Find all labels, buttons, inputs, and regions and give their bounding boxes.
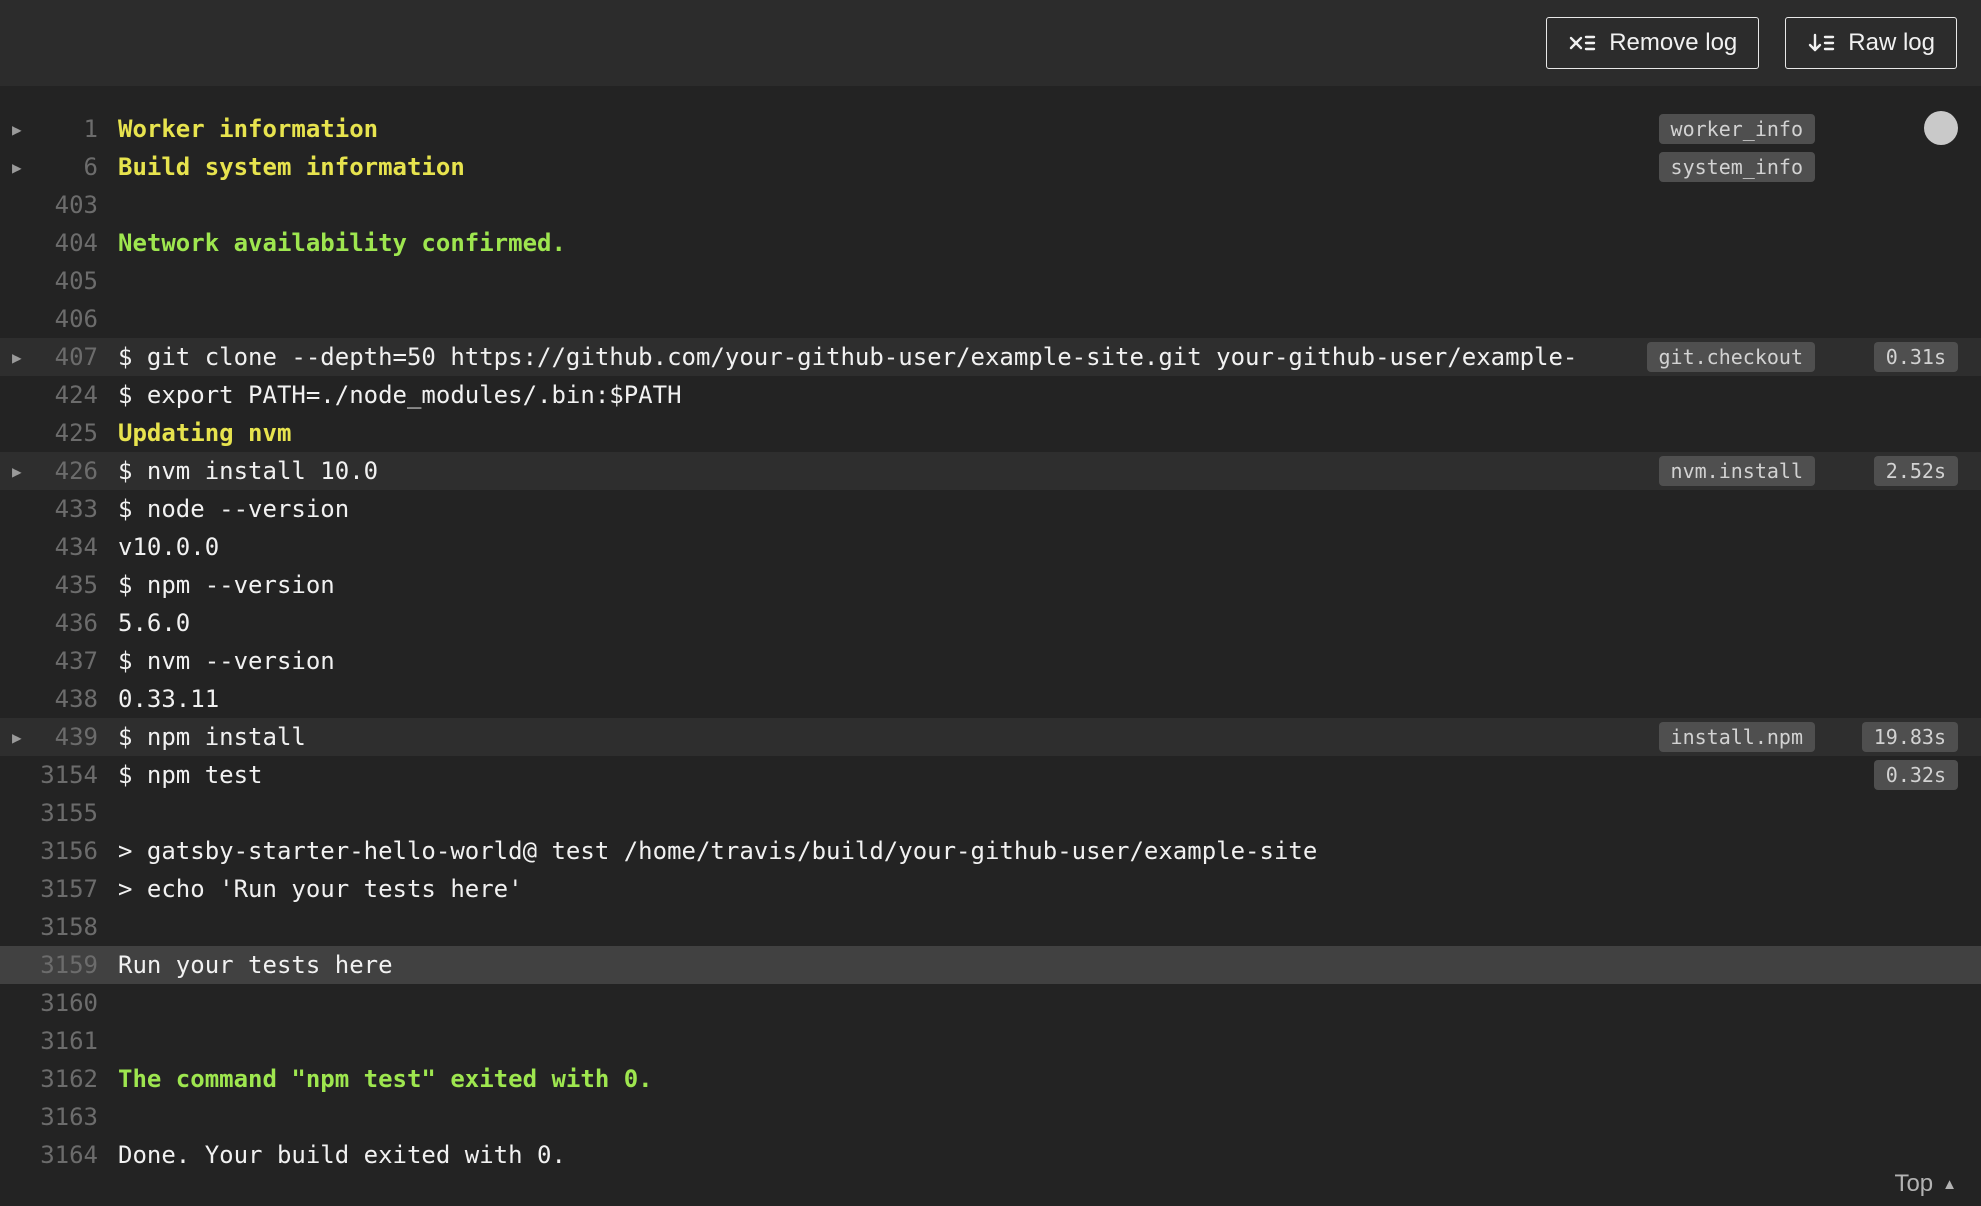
stage-tag-badge: system_info bbox=[1658, 152, 1815, 182]
log-row: 3162 The command "npm test" exited with 0… bbox=[0, 1060, 1981, 1098]
log-row: 434 v10.0.0 bbox=[0, 528, 1981, 566]
line-number[interactable]: 3164 bbox=[36, 1141, 98, 1169]
toolbar-buttons: Remove log Raw log bbox=[1546, 17, 1957, 69]
line-number[interactable]: 433 bbox=[36, 495, 98, 523]
log-row: 3158 bbox=[0, 908, 1981, 946]
line-number[interactable]: 438 bbox=[36, 685, 98, 713]
log-toolbar: Remove log Raw log bbox=[0, 0, 1981, 86]
log-text: > gatsby-starter-hello-world@ test /home… bbox=[118, 837, 1318, 865]
log-row: 433 $ node --version bbox=[0, 490, 1981, 528]
log-row: 3161 bbox=[0, 1022, 1981, 1060]
log-row: ▶ 6 Build system information system_info bbox=[0, 148, 1981, 186]
line-number[interactable]: 3159 bbox=[36, 951, 98, 979]
line-number[interactable]: 437 bbox=[36, 647, 98, 675]
line-number[interactable]: 435 bbox=[36, 571, 98, 599]
duration-badge: 0.31s bbox=[1873, 342, 1958, 372]
log-text: The command "npm test" exited with 0. bbox=[118, 1065, 653, 1093]
line-number[interactable]: 405 bbox=[36, 267, 98, 295]
log-row: 3157 > echo 'Run your tests here' bbox=[0, 870, 1981, 908]
stage-tag-badge: nvm.install bbox=[1658, 456, 1815, 486]
line-number[interactable]: 404 bbox=[36, 229, 98, 257]
log-text: $ npm --version bbox=[118, 571, 335, 599]
duration-badge: 19.83s bbox=[1861, 722, 1958, 752]
log-row: ▶ 407 $ git clone --depth=50 https://githu… bbox=[0, 338, 1981, 376]
download-raw-log-icon bbox=[1807, 31, 1835, 55]
jump-to-top-link[interactable]: Top ▲ bbox=[1894, 1170, 1957, 1198]
fold-toggle-icon[interactable]: ▶ bbox=[0, 728, 36, 747]
stage-tag-badge: git.checkout bbox=[1646, 342, 1815, 372]
log-text: Updating nvm bbox=[118, 419, 292, 447]
remove-log-button[interactable]: Remove log bbox=[1546, 17, 1760, 69]
line-number[interactable]: 406 bbox=[36, 305, 98, 333]
stage-tag-badge: worker_info bbox=[1658, 114, 1815, 144]
line-number[interactable]: 3155 bbox=[36, 799, 98, 827]
line-number[interactable]: 436 bbox=[36, 609, 98, 637]
line-number[interactable]: 425 bbox=[36, 419, 98, 447]
log-text: Network availability confirmed. bbox=[118, 229, 566, 257]
log-row: 3156 > gatsby-starter-hello-world@ test /… bbox=[0, 832, 1981, 870]
line-number[interactable]: 424 bbox=[36, 381, 98, 409]
line-number[interactable]: 407 bbox=[36, 343, 98, 371]
fold-toggle-icon[interactable]: ▶ bbox=[0, 348, 36, 367]
line-number[interactable]: 403 bbox=[36, 191, 98, 219]
line-number[interactable]: 6 bbox=[36, 153, 98, 181]
remove-log-label: Remove log bbox=[1609, 29, 1738, 56]
log-row: 406 bbox=[0, 300, 1981, 338]
duration-badge: 2.52s bbox=[1873, 456, 1958, 486]
line-number[interactable]: 3154 bbox=[36, 761, 98, 789]
line-number[interactable]: 3158 bbox=[36, 913, 98, 941]
log-row: 3163 bbox=[0, 1098, 1981, 1136]
fold-toggle-icon[interactable]: ▶ bbox=[0, 158, 36, 177]
log-row: ▶ 439 $ npm install 19.83s install.npm bbox=[0, 718, 1981, 756]
log-row: 403 bbox=[0, 186, 1981, 224]
log-text: $ nvm --version bbox=[118, 647, 335, 675]
log-row: 404 Network availability confirmed. bbox=[0, 224, 1981, 262]
log-row: 435 $ npm --version bbox=[0, 566, 1981, 604]
log-row: 437 $ nvm --version bbox=[0, 642, 1981, 680]
chevron-up-icon: ▲ bbox=[1942, 1175, 1957, 1193]
build-log: ▶ 1 Worker information worker_info ▶ 6 Build s… bbox=[0, 110, 1981, 1174]
line-number[interactable]: 426 bbox=[36, 457, 98, 485]
duration-badge: 0.32s bbox=[1873, 760, 1958, 790]
remove-log-icon bbox=[1568, 31, 1596, 55]
line-number[interactable]: 434 bbox=[36, 533, 98, 561]
raw-log-label: Raw log bbox=[1848, 29, 1935, 56]
log-text: v10.0.0 bbox=[118, 533, 220, 561]
log-row: 405 bbox=[0, 262, 1981, 300]
fold-toggle-icon[interactable]: ▶ bbox=[0, 462, 36, 481]
log-text: $ export PATH=./node_modules/.bin:$PATH bbox=[118, 381, 682, 409]
line-number[interactable]: 3157 bbox=[36, 875, 98, 903]
log-text: $ npm test bbox=[118, 761, 263, 789]
line-number[interactable]: 439 bbox=[36, 723, 98, 751]
log-row: 425 Updating nvm bbox=[0, 414, 1981, 452]
line-number[interactable]: 3161 bbox=[36, 1027, 98, 1055]
log-text: Run your tests here bbox=[118, 951, 393, 979]
log-row: ▶ 1 Worker information worker_info bbox=[0, 110, 1981, 148]
scroll-indicator[interactable] bbox=[1924, 111, 1958, 145]
line-number[interactable]: 3162 bbox=[36, 1065, 98, 1093]
log-row: 3154 $ npm test 0.32s bbox=[0, 756, 1981, 794]
stage-tag-badge: install.npm bbox=[1658, 722, 1815, 752]
log-text: > echo 'Run your tests here' bbox=[118, 875, 523, 903]
log-row: 3164 Done. Your build exited with 0. bbox=[0, 1136, 1981, 1174]
log-row: ▶ 426 $ nvm install 10.0 2.52s nvm.install bbox=[0, 452, 1981, 490]
log-row: 3155 bbox=[0, 794, 1981, 832]
fold-toggle-icon[interactable]: ▶ bbox=[0, 120, 36, 139]
log-row: 424 $ export PATH=./node_modules/.bin:$PA… bbox=[0, 376, 1981, 414]
log-text: 0.33.11 bbox=[118, 685, 220, 713]
log-row: 438 0.33.11 bbox=[0, 680, 1981, 718]
line-number[interactable]: 3163 bbox=[36, 1103, 98, 1131]
log-text: 5.6.0 bbox=[118, 609, 191, 637]
line-number[interactable]: 3160 bbox=[36, 989, 98, 1017]
log-text: Done. Your build exited with 0. bbox=[118, 1141, 566, 1169]
log-row: 3159 Run your tests here bbox=[0, 946, 1981, 984]
line-number[interactable]: 3156 bbox=[36, 837, 98, 865]
top-link-label: Top bbox=[1894, 1170, 1934, 1197]
log-row: 3160 bbox=[0, 984, 1981, 1022]
log-row: 436 5.6.0 bbox=[0, 604, 1981, 642]
line-number[interactable]: 1 bbox=[36, 115, 98, 143]
raw-log-button[interactable]: Raw log bbox=[1785, 17, 1957, 69]
log-text: $ node --version bbox=[118, 495, 350, 523]
